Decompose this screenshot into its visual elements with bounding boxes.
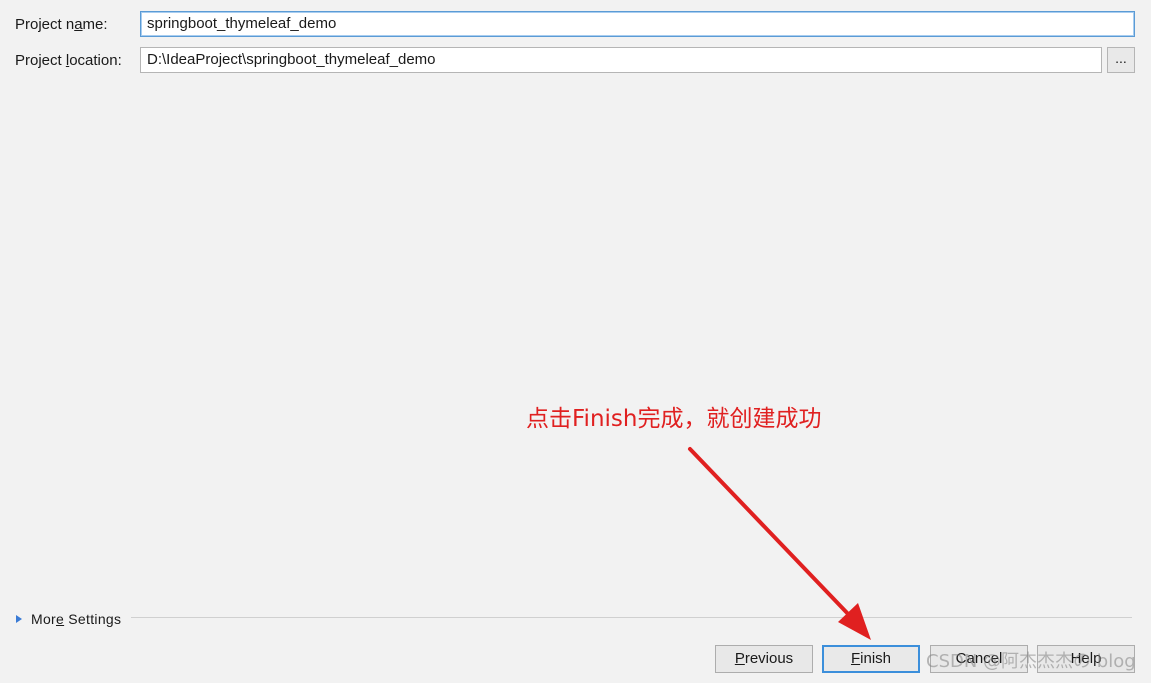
finish-button[interactable]: Finish: [822, 645, 920, 673]
more-settings-label-mnemonic: e: [56, 611, 65, 627]
browse-location-button[interactable]: ...: [1107, 47, 1135, 73]
previous-button[interactable]: Previous: [715, 645, 813, 673]
project-name-input[interactable]: springboot_thymeleaf_demo: [140, 11, 1135, 37]
project-name-label: Project name:: [15, 15, 108, 35]
finish-button-mnemonic: F: [850, 650, 861, 667]
previous-button-mnemonic: P: [734, 650, 745, 667]
more-settings-toggle[interactable]: More Settings: [14, 609, 121, 629]
annotation-arrow-shaft: [688, 447, 853, 619]
project-name-label-post: me:: [82, 16, 108, 33]
project-location-label-post: ocation:: [69, 52, 122, 69]
annotation-text: 点击Finish完成，就创建成功: [526, 406, 822, 432]
project-location-label-pre: Project: [15, 52, 66, 69]
project-name-label-mnemonic: a: [74, 16, 83, 33]
more-settings-label-pre: Mor: [31, 611, 57, 627]
more-settings-label-post: Settings: [64, 611, 122, 627]
project-location-input[interactable]: D:\IdeaProject\springboot_thymeleaf_demo: [140, 47, 1102, 73]
annotation-arrow-head: [838, 603, 871, 640]
annotation-arrow: [688, 447, 871, 640]
finish-button-rest: inish: [860, 650, 892, 667]
triangle-right-icon: [16, 615, 22, 623]
project-location-label: Project location:: [15, 51, 122, 71]
more-settings-label: More Settings: [31, 611, 121, 627]
project-name-label-pre: Project n: [15, 16, 75, 33]
csdn-watermark: CSDN @阿杰杰杰の blog: [926, 651, 1136, 672]
previous-button-rest: revious: [744, 650, 794, 667]
more-settings-separator: [131, 617, 1132, 618]
